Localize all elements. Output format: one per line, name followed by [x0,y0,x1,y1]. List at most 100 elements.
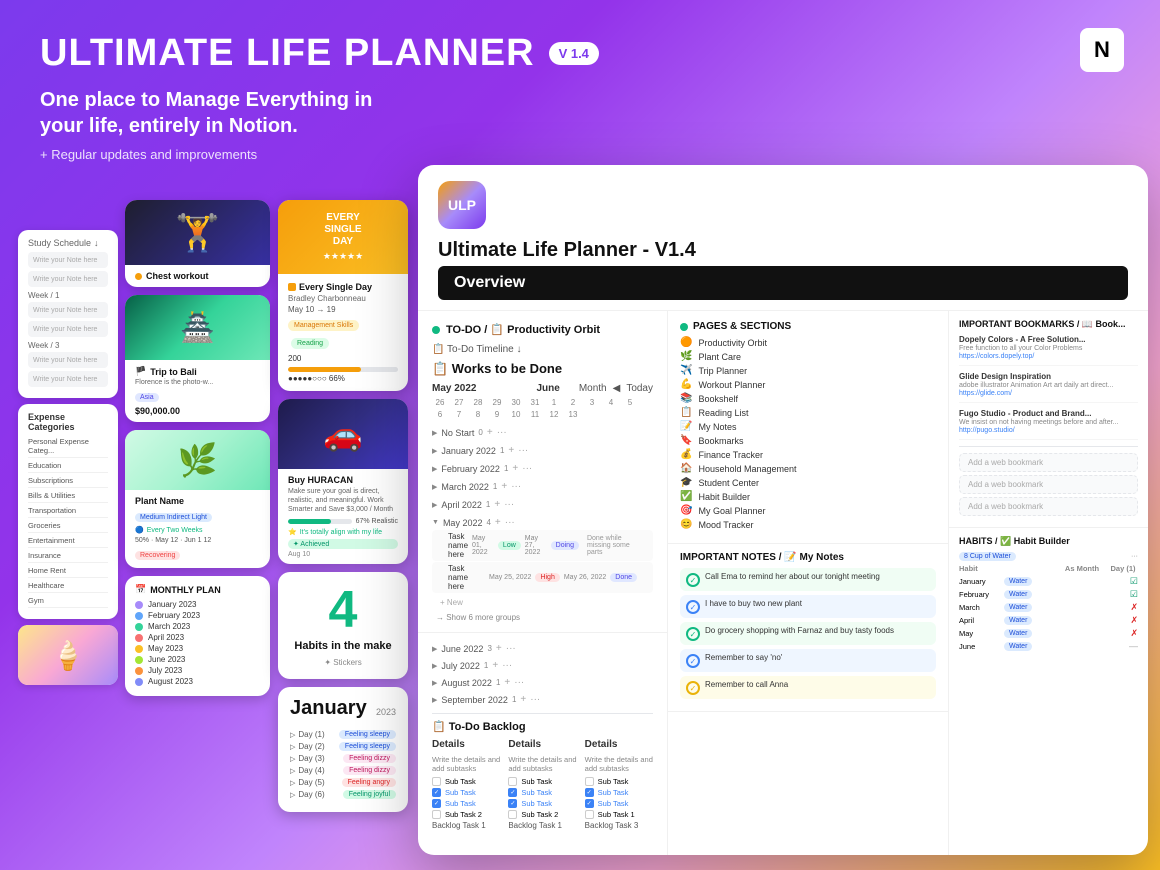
workout-card: 🏋️ Chest workout [125,200,270,287]
expense-card: Expense Categories Personal Expense Cate… [18,404,118,619]
left-column: Study Schedule ↓ Write your Note here Wr… [18,230,118,685]
task-row: Task name here May 01, 2022 Low May 27, … [432,530,653,561]
notes-title: IMPORTANT NOTES / 📝 My Notes [680,552,936,563]
note-line-4[interactable]: Write your Note here [28,321,108,337]
title-row: ULTIMATE LIFE PLANNER V 1.4 [40,32,1120,75]
month-group: ▶March 20221 +··· [432,479,653,494]
task-group-jan: ▶January 20221 +··· [432,443,653,458]
note-line-1[interactable]: Write your Note here [28,252,108,268]
habits-sticker: ✦ Stickers [290,658,396,667]
jan-row: ▷Day (4) Feeling dizzy [290,766,396,775]
task-group-nostart: ▶No Start0 +··· [432,425,653,440]
note-item: ✓ I have to buy two new plant [680,595,936,618]
version-badge: V 1.4 [549,42,599,65]
bookmark-item: Glide Design Inspiration adobe illustrat… [959,372,1138,403]
bookmarks-title: IMPORTANT BOOKMARKS / 📖 Book... [959,319,1138,330]
monthly-row: January 2023 [135,600,260,609]
backlog-item: Backlog Task 1 [432,821,500,830]
jan-row: ▷Day (2) Feeling sleepy [290,742,396,751]
bookmark-desc: We insist on not having meetings before … [959,418,1138,427]
habit-month-row: February Water ☑ [959,589,1138,600]
esd-tag-mgmt: Management Skills [288,320,359,331]
page-item[interactable]: 😊Mood Tracker [680,519,936,530]
habits-number: 4 [290,584,396,636]
category-dot [135,273,142,280]
add-bookmark-1[interactable]: Add a web bookmark [959,453,1138,472]
esd-dates: May 10 → 19 [288,305,398,314]
page-item[interactable]: 🌿Plant Care [680,351,936,362]
car-progress: 67% Realistic [288,518,398,525]
esd-pages: 200 [288,354,398,363]
backlog-col-2: Details Write the details and add subtas… [508,739,576,833]
note-line-2[interactable]: Write your Note here [28,271,108,287]
note-check: ✓ [686,573,700,587]
page-item[interactable]: ✈️Trip Planner [680,365,936,376]
january-title: January [290,697,367,720]
plant-card: 🌿 Plant Name Medium Indirect Light 🔵Ever… [125,430,270,568]
subtask: Sub Task 2 [508,810,576,819]
app-title: Ultimate Life Planner - V1.4 [438,239,1128,262]
esd-body: Every Single Day Bradley Charbonneau May… [278,274,408,391]
expense-row: Groceries [28,521,108,533]
task-group-apr: ▶April 20221 +··· [432,497,653,512]
habits-title: HABITS / ✅ Habit Builder [959,536,1138,547]
plant-info: Plant Name Medium Indirect Light 🔵Every … [125,490,270,568]
page-item[interactable]: 🟠Productivity Orbit [680,337,936,348]
ice-cream-img: 🍦 [18,625,118,685]
page-item[interactable]: 📋Reading List [680,407,936,418]
backlog-item: Backlog Task 3 [585,821,653,830]
habit-badge: 8 Cup of Water [959,552,1016,561]
add-bookmark-3[interactable]: Add a web bookmark [959,497,1138,516]
subtask: ✓Sub Task [585,788,653,797]
middle-column: 🏋️ Chest workout 🏯 🏴 Trip to Bali Floren… [125,200,270,696]
workout-label: Chest workout [125,265,270,287]
month-group: ▼May 20224 +··· [432,515,653,530]
pages-section: PAGES & SECTIONS 🟠Productivity Orbit 🌿Pl… [668,311,948,544]
page-item[interactable]: 📚Bookshelf [680,393,936,404]
january-card: January 2023 ▷Day (1) Feeling sleepy ▷Da… [278,687,408,812]
bali-desc: Florence is the photo-w... [135,379,260,386]
show-more[interactable]: → Show 6 more groups [432,611,653,624]
car-desc: Make sure your goal is direct, realistic… [288,487,398,514]
new-label[interactable]: + New [432,596,653,609]
page-item[interactable]: 🎯My Goal Planner [680,505,936,516]
green-dot [432,326,440,334]
cal-nav: Month ◀ Today [579,383,653,394]
car-title: Buy HURACAN [288,475,398,485]
note-item: ✓ Remember to say 'no' [680,649,936,672]
subtask: Sub Task 1 [585,810,653,819]
monthly-row: April 2023 [135,633,260,642]
app-header: ULP Ultimate Life Planner - V1.4 Overvie… [418,165,1148,311]
subtask: Sub Task 2 [432,810,500,819]
note-item: ✓ Call Ema to remind her about our tonig… [680,568,936,591]
month-group: ▶No Start0 +··· [432,425,653,440]
expense-row: Transportation [28,506,108,518]
add-bookmark-2[interactable]: Add a web bookmark [959,475,1138,494]
note-line-5[interactable]: Write your Note here [28,352,108,368]
subtask: ✓Sub Task [432,799,500,808]
page-item[interactable]: 🎓Student Center [680,477,936,488]
habits-label: Habits in the make [290,640,396,652]
note-line-6[interactable]: Write your Note here [28,371,108,387]
bali-img: 🏯 [125,295,270,360]
task-row: Task name here May 25, 2022 High May 26,… [432,562,653,593]
note-line-3[interactable]: Write your Note here [28,302,108,318]
page-item[interactable]: 💰Finance Tracker [680,449,936,460]
car-card: 🚗 Buy HURACAN Make sure your goal is dir… [278,399,408,564]
habits-card: 4 Habits in the make ✦ Stickers [278,572,408,679]
monthly-row: May 2023 [135,644,260,653]
backlog-col-3: Details Write the details and add subtas… [585,739,653,833]
month-group-aug: ▶August 20221 +··· [432,675,653,690]
main-title: ULTIMATE LIFE PLANNER [40,32,535,75]
january-header: January 2023 [290,697,396,726]
week-label-1: Week / 1 [28,291,108,300]
page-item[interactable]: 💪Workout Planner [680,379,936,390]
page-item[interactable]: ✅Habit Builder [680,491,936,502]
sep-line [959,446,1138,447]
esd-progress-bar [288,367,398,372]
page-item[interactable]: 🏠Household Management [680,463,936,474]
page-item[interactable]: 📝My Notes [680,421,936,432]
backlog-col-1: Details Write the details and add subtas… [432,739,500,833]
page-item[interactable]: 🔖Bookmarks [680,435,936,446]
bookmark-item: Dopely Colors - A Free Solution... Free … [959,335,1138,366]
